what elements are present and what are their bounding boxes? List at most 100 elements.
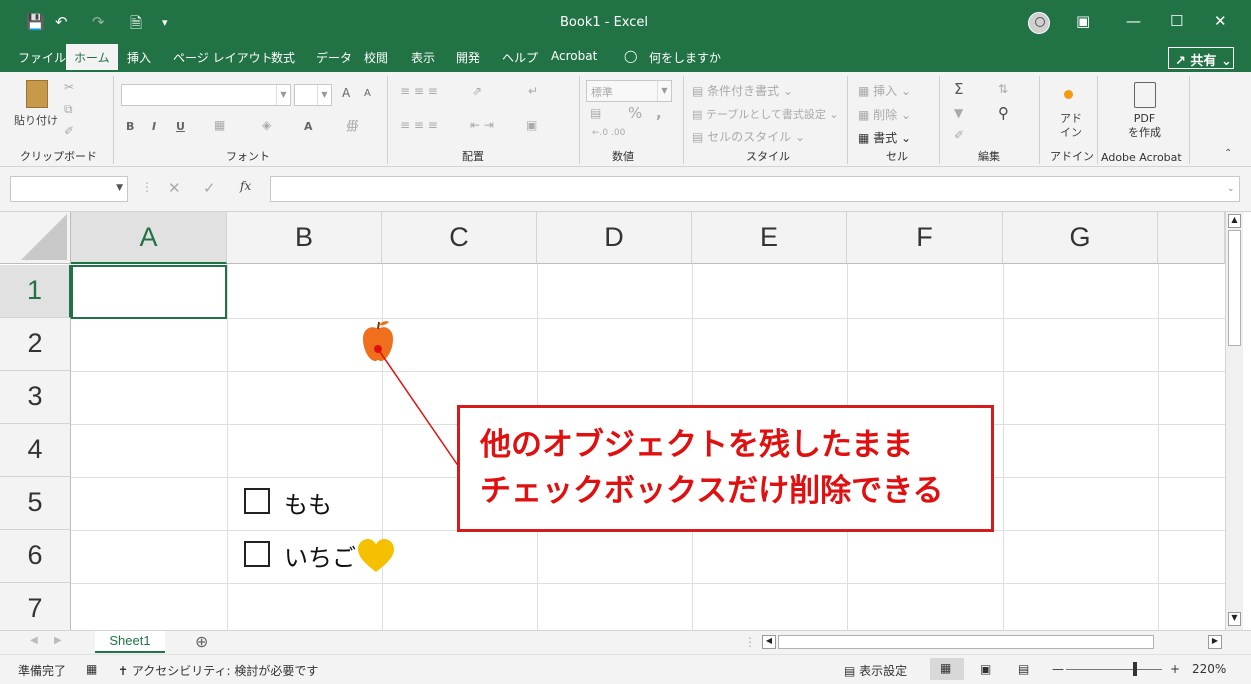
save-icon[interactable]: 💾 (26, 13, 45, 31)
row-header-7[interactable]: 7 (0, 583, 71, 630)
row-header-3[interactable]: 3 (0, 371, 71, 424)
checkbox-strawberry[interactable] (244, 541, 270, 567)
format-as-table-button[interactable]: ▤ テーブルとして書式設定 ⌄ (692, 106, 839, 122)
sort-filter-icon[interactable]: ⇅ (998, 82, 1008, 96)
formula-input[interactable] (270, 176, 1240, 202)
shrink-font-button[interactable]: A (364, 88, 371, 99)
checkbox-peach[interactable] (244, 488, 270, 514)
column-header-f[interactable]: F (847, 212, 1003, 264)
zoom-level[interactable]: 220% (1192, 662, 1226, 676)
wrap-text-icon[interactable]: ↵ (528, 84, 538, 98)
undo-icon[interactable]: ↶ (55, 13, 68, 31)
scroll-thumb[interactable] (1228, 230, 1241, 346)
column-header-e[interactable]: E (692, 212, 847, 264)
column-header-d[interactable]: D (537, 212, 692, 264)
minimize-button[interactable]: — (1126, 12, 1141, 30)
tab-data[interactable]: データ (316, 49, 352, 66)
grow-font-button[interactable]: A (342, 86, 350, 100)
tab-page-layout[interactable]: ページ レイアウト (173, 49, 273, 66)
fill-icon[interactable]: ▼ (954, 106, 963, 120)
copy-icon[interactable]: ⧉ (64, 102, 73, 117)
row-header-1[interactable]: 1 (0, 265, 71, 318)
align-left-icon[interactable]: ≡ ≡ ≡ (400, 118, 438, 132)
select-all-button[interactable] (0, 212, 71, 264)
row-header-2[interactable]: 2 (0, 318, 71, 371)
indent-icon[interactable]: ⇤ ⇥ (470, 118, 494, 132)
tab-help[interactable]: ヘルプ (502, 49, 538, 66)
tab-file[interactable]: ファイル (18, 49, 66, 66)
next-sheet-icon[interactable]: ▶ (54, 635, 62, 646)
autosum-button[interactable]: Σ (954, 80, 963, 98)
accessibility-status[interactable]: ✝ アクセシビリティ: 検討が必要です (118, 662, 318, 679)
row-header-5[interactable]: 5 (0, 477, 71, 530)
underline-button[interactable]: U (176, 120, 185, 133)
tab-review[interactable]: 校閲 (364, 49, 388, 66)
ribbon-display-icon[interactable]: ▣ (1076, 12, 1090, 30)
page-layout-view-icon[interactable]: ▣ (980, 662, 991, 676)
scroll-down-button[interactable]: ▼ (1228, 612, 1241, 626)
tab-view[interactable]: 表示 (411, 49, 435, 66)
scroll-right-button[interactable]: ▶ (1208, 635, 1222, 649)
font-size-combo[interactable]: ▼ (294, 84, 332, 106)
add-sheet-icon[interactable]: ⊕ (195, 632, 208, 651)
find-select-icon[interactable]: ⚲ (998, 104, 1009, 122)
bold-button[interactable]: B (126, 120, 134, 133)
font-name-combo[interactable]: ▼ (121, 84, 291, 106)
insert-cells-button[interactable]: ▦ 挿入 ⌄ (858, 82, 911, 99)
account-avatar[interactable] (1028, 12, 1050, 34)
tab-home[interactable]: ホーム (66, 44, 118, 72)
zoom-slider[interactable] (1066, 669, 1162, 670)
cut-icon[interactable]: ✂ (64, 80, 74, 94)
new-document-icon[interactable]: 🗎 (130, 13, 142, 38)
border-icon[interactable]: ▦ (214, 118, 225, 132)
sheet-tab-sheet1[interactable]: Sheet1 (95, 631, 165, 653)
increase-decimal-icon[interactable]: ←.0 .00 (592, 128, 625, 138)
merge-center-icon[interactable]: ▣ (526, 118, 537, 132)
delete-cells-button[interactable]: ▦ 削除 ⌄ (858, 106, 911, 123)
italic-button[interactable]: I (152, 120, 156, 133)
insert-function-button[interactable]: fx (240, 179, 251, 193)
row-header-4[interactable]: 4 (0, 424, 71, 477)
zoom-slider-thumb[interactable] (1133, 662, 1137, 676)
fill-color-icon[interactable]: ◈ (262, 118, 271, 132)
zoom-in-button[interactable]: + (1170, 662, 1180, 676)
heart-icon[interactable] (356, 538, 396, 574)
redo-icon[interactable]: ↷ (92, 13, 105, 31)
prev-sheet-icon[interactable]: ◀ (30, 635, 38, 646)
page-break-view-icon[interactable]: ▤ (1018, 662, 1029, 676)
format-cells-button[interactable]: ▦ 書式 ⌄ (858, 129, 911, 146)
chevron-down-icon[interactable]: ▼ (116, 183, 123, 193)
paste-icon[interactable] (26, 80, 48, 108)
row-header-6[interactable]: 6 (0, 530, 71, 583)
macro-record-icon[interactable]: ▦ (86, 662, 97, 676)
comma-button[interactable]: , (656, 104, 662, 122)
paste-button[interactable]: 貼り付け (14, 112, 58, 128)
normal-view-button[interactable]: ▦ (930, 658, 964, 680)
accounting-format-icon[interactable]: ▤ (590, 106, 601, 120)
clear-icon[interactable]: ✐ (954, 128, 964, 142)
vertical-scrollbar[interactable]: ▲ ▼ (1225, 212, 1243, 630)
maximize-button[interactable]: ☐ (1170, 12, 1183, 30)
customize-toolbar-icon[interactable]: ▾ (162, 16, 168, 29)
percent-button[interactable]: % (628, 104, 642, 122)
align-top-icon[interactable]: ≡ ≡ ≡ (400, 84, 438, 98)
tab-developer[interactable]: 開発 (456, 49, 480, 66)
collapse-ribbon-icon[interactable]: ⌃ (1224, 148, 1232, 159)
create-pdf-button[interactable]: PDF を作成 (1128, 112, 1161, 140)
column-header-h[interactable] (1158, 212, 1225, 264)
format-painter-icon[interactable]: ✐ (64, 124, 74, 138)
name-box[interactable]: ▼ (10, 176, 128, 202)
scroll-left-button[interactable]: ◀ (762, 635, 776, 649)
cancel-icon[interactable]: ✕ (168, 179, 181, 197)
enter-icon[interactable]: ✓ (203, 179, 216, 197)
column-header-b[interactable]: B (227, 212, 382, 264)
number-format-combo[interactable]: 標準 ▼ (586, 80, 672, 102)
addins-icon[interactable] (1064, 90, 1073, 99)
conditional-formatting-button[interactable]: ▤ 条件付き書式 ⌄ (692, 82, 793, 99)
column-header-a[interactable]: A (71, 212, 227, 264)
addins-button[interactable]: アド イン (1060, 112, 1082, 140)
close-button[interactable]: ✕ (1214, 12, 1227, 30)
column-header-c[interactable]: C (382, 212, 537, 264)
column-header-g[interactable]: G (1003, 212, 1158, 264)
tab-formulas[interactable]: 数式 (271, 49, 295, 66)
